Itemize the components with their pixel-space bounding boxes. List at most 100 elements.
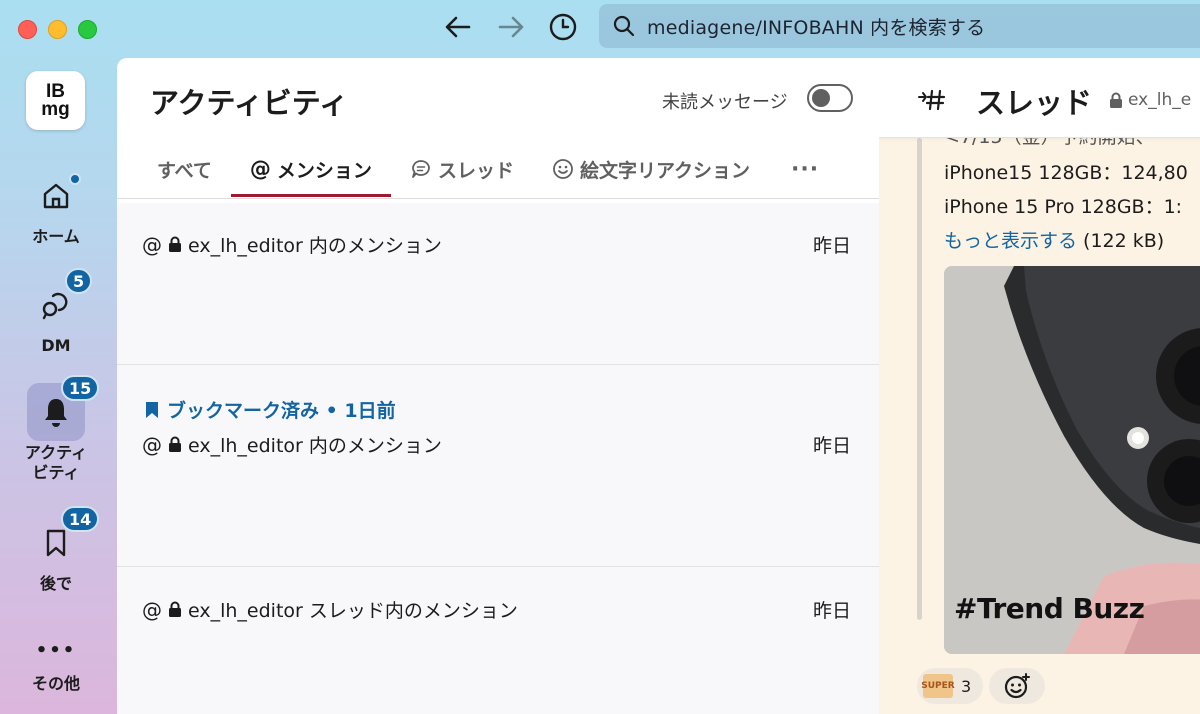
rail-item-more[interactable]: ••• その他	[14, 628, 98, 694]
item-text: ex_lh_editor 内のメンション	[188, 435, 442, 457]
tab-mentions[interactable]: @ メンション	[230, 141, 391, 197]
tabs-divider	[117, 198, 879, 199]
lock-icon	[1110, 92, 1122, 108]
list-item[interactable]: @ ex_lh_editor 内のメンション 昨日	[117, 203, 879, 365]
tab-all[interactable]: すべて	[138, 141, 231, 197]
rail-item-activity[interactable]: 15 アクティ ビティ	[14, 375, 100, 483]
lock-icon	[169, 436, 181, 452]
bookmark-status-text: ブックマーク済み • 1日前	[167, 400, 396, 422]
bookmark-filled-icon	[146, 401, 158, 418]
at-sign-icon: @	[249, 157, 271, 181]
rail-dm-label: DM	[41, 336, 71, 355]
rail-later-label: 後で	[39, 574, 72, 593]
message-text-line: iPhone 15 Pro 128GB：1:	[944, 196, 1183, 218]
rail-more-label: その他	[31, 674, 80, 693]
activity-tabs: すべて @ メンション スレッド 絵文字リアクション ···	[138, 141, 841, 197]
window-controls	[18, 20, 97, 39]
attachment-image[interactable]: #Trend Buzz	[944, 266, 1200, 654]
arrow-right-icon	[498, 16, 524, 38]
rail-item-home[interactable]: ホーム	[14, 167, 98, 247]
page-title: アクティビティ	[150, 86, 349, 120]
super-emoji-icon: SUPER	[921, 674, 955, 698]
rail-activity-label: アクティ ビティ	[24, 443, 88, 482]
activity-list: @ ex_lh_editor 内のメンション 昨日 ブックマーク済み • 1日前…	[117, 203, 879, 714]
rail-home-icon-wrap	[27, 167, 85, 225]
image-caption: #Trend Buzz	[954, 592, 1145, 625]
activity-panel: アクティビティ 未読メッセージ すべて @ メンション スレッド 絵文字リアクシ…	[117, 58, 879, 714]
item-title: @ ex_lh_editor 内のメンション	[142, 231, 442, 258]
search-placeholder: mediagene/INFOBAHN 内を検索する	[647, 16, 986, 39]
show-more-link[interactable]: もっと表示する	[944, 230, 1077, 252]
tab-emoji-reactions-label: 絵文字リアクション	[579, 159, 751, 182]
attachment-size: (122 kB)	[1077, 230, 1165, 252]
tab-mentions-label: メンション	[276, 159, 372, 182]
dm-badge: 5	[65, 268, 93, 294]
tab-threads[interactable]: スレッド	[391, 141, 533, 197]
tab-threads-label: スレッド	[437, 159, 514, 182]
dm-icon	[42, 292, 68, 320]
toggle-knob	[812, 89, 830, 107]
add-emoji-icon	[1004, 673, 1030, 699]
item-timestamp: 昨日	[812, 600, 851, 622]
clock-icon	[549, 13, 577, 41]
arrow-left-icon	[445, 16, 471, 38]
bookmark-status: ブックマーク済み • 1日前	[145, 396, 396, 423]
show-more-row: もっと表示する (122 kB)	[944, 226, 1164, 253]
more-horizontal-icon: ···	[791, 156, 820, 182]
item-title: @ ex_lh_editor 内のメンション	[142, 431, 442, 458]
thread-hash-icon	[918, 89, 946, 111]
message-quote-bar	[917, 138, 922, 620]
search-bar[interactable]: mediagene/INFOBAHN 内を検索する	[599, 4, 1200, 48]
home-unread-dot	[69, 173, 81, 185]
rail-home-label: ホーム	[32, 227, 80, 246]
zoom-window-button[interactable]	[78, 20, 97, 39]
item-timestamp: 昨日	[812, 435, 851, 457]
rail-item-dm[interactable]: 5 DM	[14, 268, 98, 356]
item-text: ex_lh_editor スレッド内のメンション	[188, 600, 518, 622]
workspace-logo-line1: IB	[46, 80, 65, 102]
tab-emoji-reactions[interactable]: 絵文字リアクション	[533, 141, 769, 197]
home-icon	[43, 183, 69, 209]
more-dots-icon: •••	[35, 639, 77, 661]
at-sign-icon: @	[142, 432, 162, 457]
add-reaction-button[interactable]	[989, 668, 1045, 704]
list-item[interactable]: @ ex_lh_editor スレッド内のメンション 昨日	[117, 567, 879, 714]
thread-icon	[412, 160, 430, 178]
close-window-button[interactable]	[18, 20, 37, 39]
workspace-logo-line2: mg	[41, 98, 70, 120]
bell-icon	[45, 399, 67, 427]
lock-icon	[169, 601, 181, 617]
rail-more-icon-wrap: •••	[27, 628, 85, 672]
at-sign-icon: @	[142, 232, 162, 257]
thread-channel-name: ex_lh_e	[1128, 90, 1192, 110]
bookmark-icon	[46, 529, 66, 557]
forward-button[interactable]	[493, 10, 529, 44]
minimize-window-button[interactable]	[48, 20, 67, 39]
thread-channel[interactable]: ex_lh_e	[1109, 90, 1191, 110]
item-title: @ ex_lh_editor スレッド内のメンション	[142, 596, 518, 623]
rail-dm-icon-wrap: 5	[27, 268, 93, 334]
unread-messages-label: 未読メッセージ	[662, 92, 788, 113]
later-badge: 14	[61, 506, 100, 532]
rail-item-later[interactable]: 14 後で	[14, 506, 100, 594]
thread-header: スレッド ex_lh_e	[879, 58, 1200, 138]
smiley-icon	[553, 159, 573, 179]
reaction-super[interactable]: SUPER 3	[917, 668, 983, 704]
rail-activity-icon-wrap: 15	[27, 375, 100, 441]
search-icon	[613, 15, 635, 37]
lock-icon	[169, 236, 181, 252]
unread-messages-toggle[interactable]	[807, 84, 853, 112]
item-text: ex_lh_editor 内のメンション	[188, 235, 442, 257]
back-button[interactable]	[440, 10, 476, 44]
thread-title: スレッド	[976, 86, 1093, 120]
tabs-more-button[interactable]: ···	[769, 141, 841, 197]
history-button[interactable]	[545, 10, 581, 44]
workspace-logo[interactable]: IB mg	[26, 71, 85, 130]
activity-badge: 15	[61, 375, 100, 401]
tab-all-label: すべて	[157, 159, 212, 182]
list-item[interactable]: ブックマーク済み • 1日前 @ ex_lh_editor 内のメンション 昨日	[117, 365, 879, 567]
reaction-count: 3	[961, 676, 972, 696]
rail-later-icon-wrap: 14	[27, 506, 100, 572]
message-text-line: iPhone15 128GB：124,80	[944, 162, 1188, 184]
item-timestamp: 昨日	[812, 235, 851, 257]
